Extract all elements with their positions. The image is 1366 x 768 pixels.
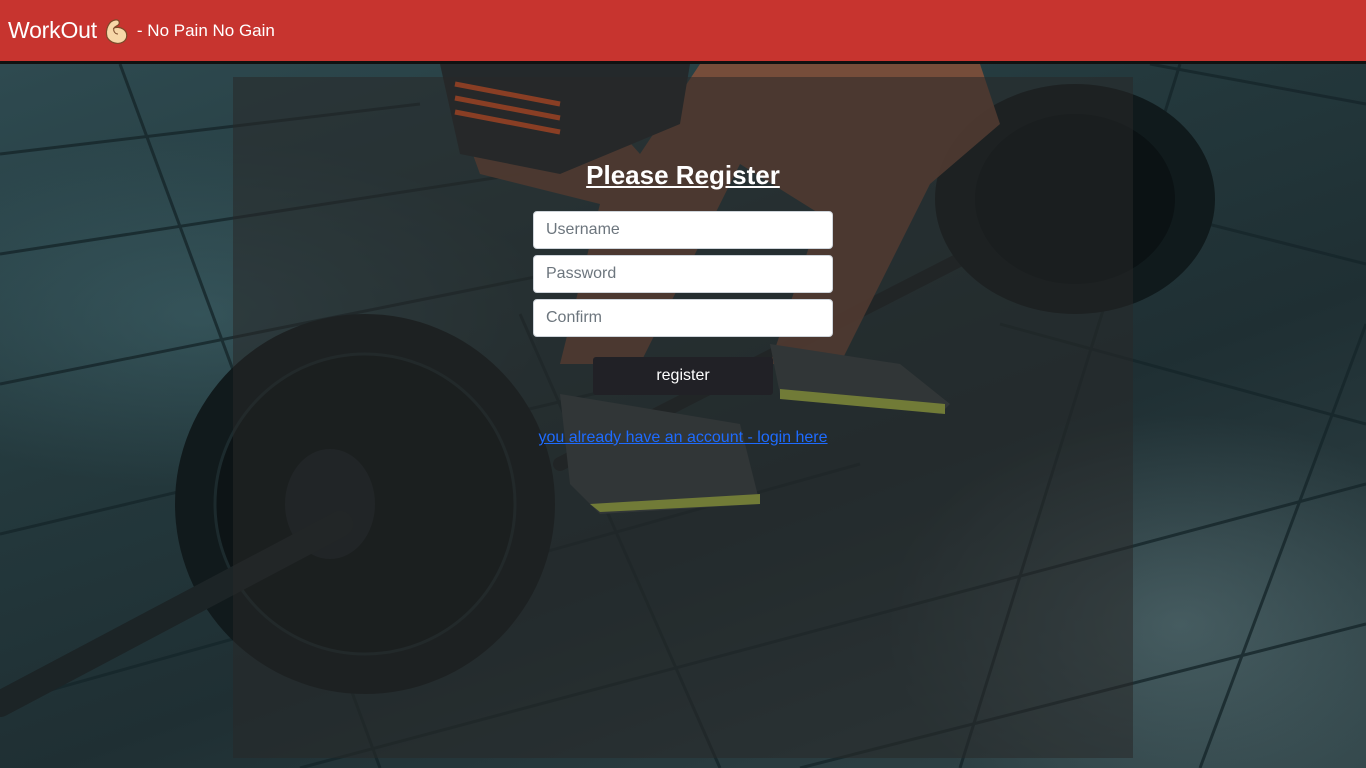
register-form: Please Register register you already hav… xyxy=(533,157,833,447)
top-navbar: WorkOut - No Pain No Gain xyxy=(0,0,1366,64)
confirm-password-input[interactable] xyxy=(533,299,833,337)
username-input[interactable] xyxy=(533,211,833,249)
password-input[interactable] xyxy=(533,255,833,293)
register-button[interactable]: register xyxy=(593,357,773,395)
login-link[interactable]: you already have an account - login here xyxy=(538,429,827,447)
brand-name[interactable]: WorkOut xyxy=(8,17,97,44)
register-panel: Please Register register you already hav… xyxy=(233,77,1133,758)
flexed-biceps-icon xyxy=(101,15,133,47)
tagline: - No Pain No Gain xyxy=(136,20,275,40)
page-title: Please Register xyxy=(586,160,780,190)
